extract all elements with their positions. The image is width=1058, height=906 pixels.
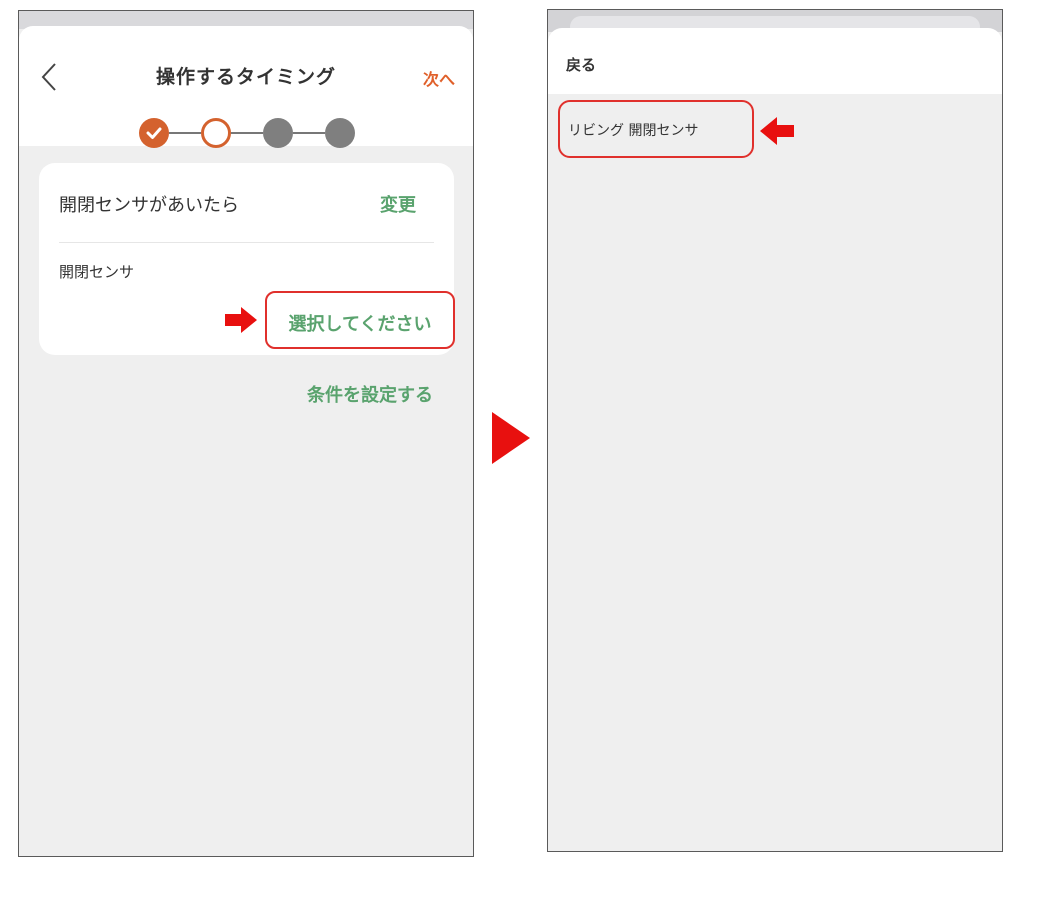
header: 操作するタイミング 次へ xyxy=(19,26,473,148)
left-screen: 操作するタイミング 次へ 開閉センサがあいたら 変更 開閉センサ 選択してくださ… xyxy=(18,10,474,857)
check-icon xyxy=(146,127,162,139)
step-1-done xyxy=(139,118,169,148)
select-sensor-label: 選択してください xyxy=(288,314,432,335)
stepper-connector xyxy=(231,132,263,134)
step-4-todo xyxy=(325,118,355,148)
change-button[interactable]: 変更 xyxy=(380,191,416,217)
list-item[interactable]: リビング 開閉センサ xyxy=(558,100,754,158)
set-condition-button[interactable]: 条件を設定する xyxy=(307,381,433,407)
right-screen: 戻る リビング 開閉センサ xyxy=(547,9,1003,852)
step-2-current xyxy=(201,118,231,148)
stepper-connector xyxy=(293,132,325,134)
sensor-label: 開閉センサ xyxy=(59,263,135,281)
condition-title: 開閉センサがあいたら xyxy=(59,195,239,216)
step-3-todo xyxy=(263,118,293,148)
next-button[interactable]: 次へ xyxy=(423,66,455,90)
play-arrow-icon xyxy=(492,412,530,464)
stepper-connector xyxy=(169,132,201,134)
arrow-left-icon xyxy=(760,117,794,145)
list-item-label: リビング 開閉センサ xyxy=(568,123,699,139)
header xyxy=(548,28,1002,94)
divider xyxy=(59,242,434,243)
page-title: 操作するタイミング xyxy=(155,66,336,88)
back-button[interactable]: 戻る xyxy=(566,54,596,75)
condition-card: 開閉センサがあいたら 変更 開閉センサ 選択してください xyxy=(39,163,455,355)
arrow-right-icon xyxy=(225,307,257,333)
progress-stepper xyxy=(139,118,359,152)
select-sensor-button[interactable]: 選択してください xyxy=(265,291,455,349)
